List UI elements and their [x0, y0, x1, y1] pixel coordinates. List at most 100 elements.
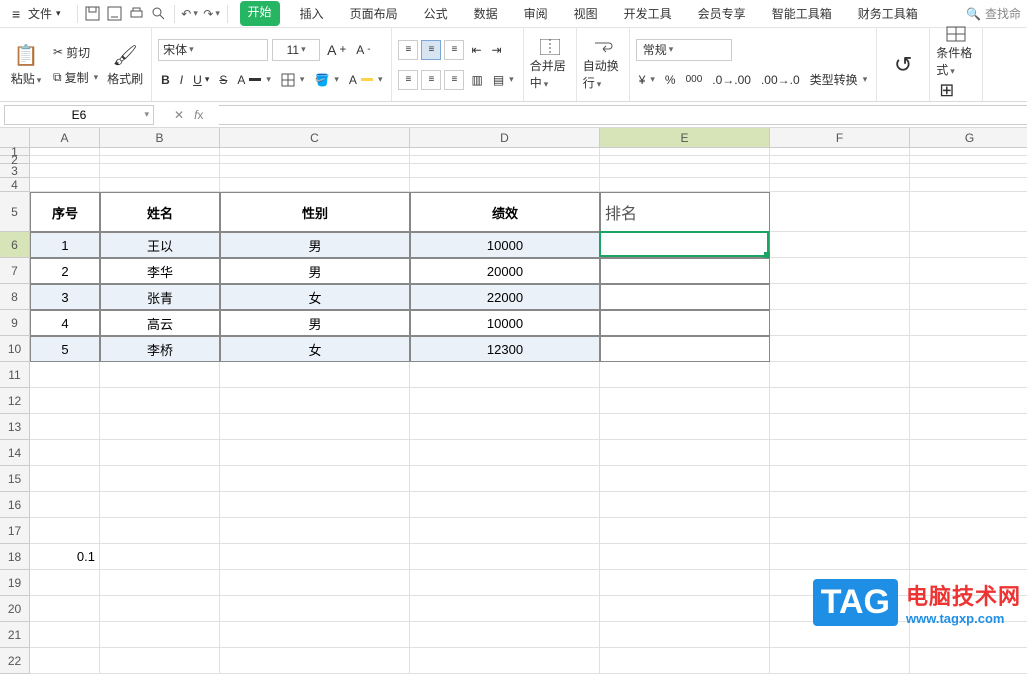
row-header-13[interactable]: 13 — [0, 414, 30, 440]
distribute-button[interactable]: ▤ — [490, 71, 517, 89]
row-header-7[interactable]: 7 — [0, 258, 30, 284]
decrease-font-button[interactable]: A- — [353, 41, 373, 59]
print-icon[interactable] — [126, 3, 148, 25]
tab-会员专享[interactable]: 会员专享 — [692, 1, 752, 26]
cell-E16[interactable] — [600, 492, 770, 518]
more-formats-button[interactable]: ⊞ — [936, 78, 976, 103]
cell-A10[interactable]: 5 — [30, 336, 100, 362]
row-header-14[interactable]: 14 — [0, 440, 30, 466]
decrease-indent-button[interactable]: ⇤ — [468, 41, 484, 59]
cell-C20[interactable] — [220, 596, 410, 622]
tab-页面布局[interactable]: 页面布局 — [344, 1, 404, 26]
tab-财务工具箱[interactable]: 财务工具箱 — [852, 1, 924, 26]
cell-B13[interactable] — [100, 414, 220, 440]
cell-D14[interactable] — [410, 440, 600, 466]
cell-E9[interactable] — [600, 310, 770, 336]
cell-F5[interactable] — [770, 192, 910, 232]
cell-E11[interactable] — [600, 362, 770, 388]
cell-B8[interactable]: 张青 — [100, 284, 220, 310]
tab-智能工具箱[interactable]: 智能工具箱 — [766, 1, 838, 26]
cell-A13[interactable] — [30, 414, 100, 440]
cell-E6[interactable] — [600, 232, 770, 258]
save-as-icon[interactable] — [104, 3, 126, 25]
cell-A7[interactable]: 2 — [30, 258, 100, 284]
tab-数据[interactable]: 数据 — [468, 1, 504, 26]
cell-F18[interactable] — [770, 544, 910, 570]
cell-B14[interactable] — [100, 440, 220, 466]
cell-G10[interactable] — [910, 336, 1027, 362]
cell-G16[interactable] — [910, 492, 1027, 518]
highlight-button[interactable]: A — [346, 71, 386, 89]
row-header-9[interactable]: 9 — [0, 310, 30, 336]
col-header-B[interactable]: B — [100, 128, 220, 148]
cell-F11[interactable] — [770, 362, 910, 388]
cell-E19[interactable] — [600, 570, 770, 596]
borders-button[interactable] — [278, 71, 308, 89]
cell-C17[interactable] — [220, 518, 410, 544]
cell-D17[interactable] — [410, 518, 600, 544]
type-convert-button[interactable]: 类型转换 — [807, 69, 871, 90]
cell-G12[interactable] — [910, 388, 1027, 414]
cell-F17[interactable] — [770, 518, 910, 544]
italic-button[interactable]: I — [177, 71, 186, 89]
cell-D9[interactable]: 10000 — [410, 310, 600, 336]
cell-D1[interactable] — [410, 148, 600, 156]
paste-button[interactable]: 📋 粘贴 — [6, 43, 46, 87]
cell-A14[interactable] — [30, 440, 100, 466]
cell-G13[interactable] — [910, 414, 1027, 440]
cell-E13[interactable] — [600, 414, 770, 440]
formula-bar-input[interactable] — [219, 105, 1027, 125]
wrap-text-button[interactable]: 自动换行 — [583, 39, 623, 91]
cell-B20[interactable] — [100, 596, 220, 622]
cell-B15[interactable] — [100, 466, 220, 492]
cell-D11[interactable] — [410, 362, 600, 388]
cell-D10[interactable]: 12300 — [410, 336, 600, 362]
search-box[interactable]: 🔍 查找命 — [966, 5, 1027, 22]
cell-G4[interactable] — [910, 178, 1027, 192]
cell-C2[interactable] — [220, 156, 410, 164]
cell-B2[interactable] — [100, 156, 220, 164]
font-selector[interactable]: 宋体 — [158, 39, 268, 61]
cell-F6[interactable] — [770, 232, 910, 258]
cell-A11[interactable] — [30, 362, 100, 388]
align-center[interactable]: ≡ — [421, 70, 441, 90]
cell-G7[interactable] — [910, 258, 1027, 284]
cell-B5[interactable]: 姓名 — [100, 192, 220, 232]
strikethrough-button[interactable]: S — [216, 71, 230, 89]
cell-B22[interactable] — [100, 648, 220, 674]
cell-C1[interactable] — [220, 148, 410, 156]
row-header-4[interactable]: 4 — [0, 178, 30, 192]
cell-C4[interactable] — [220, 178, 410, 192]
cell-A4[interactable] — [30, 178, 100, 192]
cell-C6[interactable]: 男 — [220, 232, 410, 258]
cell-B3[interactable] — [100, 164, 220, 178]
cell-G14[interactable] — [910, 440, 1027, 466]
row-header-20[interactable]: 20 — [0, 596, 30, 622]
cell-E18[interactable] — [600, 544, 770, 570]
cell-D13[interactable] — [410, 414, 600, 440]
underline-button[interactable]: U▾ — [190, 71, 212, 89]
cell-B21[interactable] — [100, 622, 220, 648]
cell-E14[interactable] — [600, 440, 770, 466]
cell-C3[interactable] — [220, 164, 410, 178]
cell-B19[interactable] — [100, 570, 220, 596]
align-left[interactable]: ≡ — [398, 70, 418, 90]
cell-E1[interactable] — [600, 148, 770, 156]
number-format-selector[interactable]: 常规 — [636, 39, 732, 61]
cell-G18[interactable] — [910, 544, 1027, 570]
cell-B6[interactable]: 王以 — [100, 232, 220, 258]
cell-F10[interactable] — [770, 336, 910, 362]
tab-公式[interactable]: 公式 — [418, 1, 454, 26]
cell-A3[interactable] — [30, 164, 100, 178]
cell-G17[interactable] — [910, 518, 1027, 544]
increase-font-button[interactable]: A+ — [324, 40, 349, 60]
cell-F2[interactable] — [770, 156, 910, 164]
cell-B10[interactable]: 李桥 — [100, 336, 220, 362]
cell-E10[interactable] — [600, 336, 770, 362]
row-header-16[interactable]: 16 — [0, 492, 30, 518]
cell-E15[interactable] — [600, 466, 770, 492]
copy-button[interactable]: ⧉复制 — [50, 67, 101, 88]
cell-D16[interactable] — [410, 492, 600, 518]
cell-G8[interactable] — [910, 284, 1027, 310]
name-box[interactable]: E6 — [4, 105, 154, 125]
